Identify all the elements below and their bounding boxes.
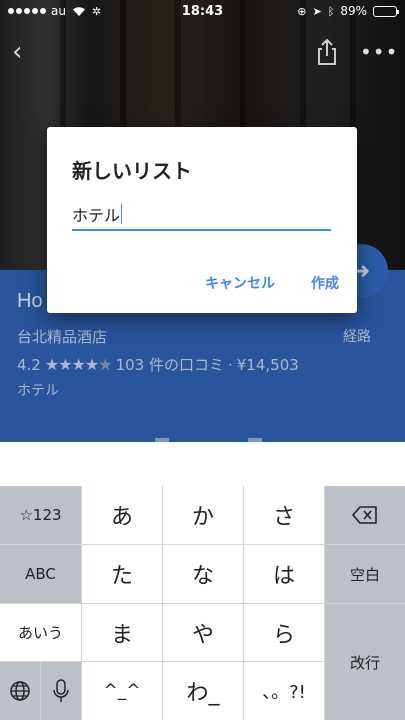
location-arrow-icon: ➤ bbox=[312, 4, 322, 18]
status-right: ⊕ ➤ ᛒ 89% bbox=[297, 4, 399, 18]
create-button[interactable]: 作成 bbox=[293, 267, 357, 299]
key-na[interactable]: な bbox=[163, 545, 243, 603]
rating-row[interactable]: 4.2 ★★★★★ 103 件の口コミ · ¥14,503 bbox=[17, 354, 299, 375]
wifi-icon bbox=[72, 6, 86, 17]
separator-dot: · bbox=[227, 355, 233, 374]
japanese-keyboard: ☆123 ABC あいう あ か さ た な は ま や ら ^_^ わ_ 、。… bbox=[0, 486, 405, 720]
return-key[interactable]: 改行 bbox=[325, 604, 405, 720]
hero-toolbar: ‹ ••• bbox=[0, 30, 405, 74]
globe-icon bbox=[10, 681, 30, 701]
battery-icon bbox=[373, 5, 399, 17]
place-subtitle: 台北精品酒店 bbox=[17, 328, 108, 346]
dialog-title: 新しいリスト bbox=[72, 159, 192, 183]
key-ya[interactable]: や bbox=[163, 604, 243, 661]
key-emoticon[interactable]: ^_^ bbox=[82, 662, 162, 720]
back-chevron-icon[interactable]: ‹ bbox=[12, 38, 36, 66]
key-abc[interactable]: ABC bbox=[0, 545, 81, 603]
page-background bbox=[0, 442, 405, 486]
signal-dots-icon bbox=[8, 8, 46, 14]
bluetooth-icon: ᛒ bbox=[327, 4, 335, 18]
key-a[interactable]: あ bbox=[82, 486, 162, 544]
microphone-icon bbox=[53, 679, 69, 702]
key-kana[interactable]: あいう bbox=[0, 604, 81, 661]
list-name-value: ホテル bbox=[72, 206, 121, 225]
rating-value: 4.2 bbox=[17, 355, 41, 374]
key-ha[interactable]: は bbox=[244, 545, 324, 603]
carrier-label: au bbox=[51, 4, 66, 18]
place-category: ホテル bbox=[17, 383, 59, 399]
place-name: Ho bbox=[17, 290, 43, 312]
stars-empty: ★ bbox=[98, 355, 112, 374]
key-numbers[interactable]: ☆123 bbox=[0, 486, 81, 544]
new-list-dialog: 新しいリスト ホテル キャンセル 作成 bbox=[47, 127, 357, 313]
key-ma[interactable]: ま bbox=[82, 604, 162, 661]
more-dots-icon[interactable]: ••• bbox=[360, 42, 397, 62]
list-name-input[interactable]: ホテル bbox=[72, 199, 331, 231]
status-bar: au ✲ 18:43 ⊕ ➤ ᛒ 89% bbox=[0, 0, 405, 22]
globe-key[interactable] bbox=[0, 662, 40, 720]
text-caret bbox=[121, 204, 123, 224]
price-label: ¥14,503 bbox=[236, 355, 299, 374]
key-ra[interactable]: ら bbox=[244, 604, 324, 661]
microphone-key[interactable] bbox=[41, 662, 81, 720]
rating-stars-icon: ★★★★★ bbox=[44, 355, 113, 374]
key-sa[interactable]: さ bbox=[244, 486, 324, 544]
key-wa[interactable]: わ_ bbox=[163, 662, 243, 720]
loading-icon: ✲ bbox=[91, 4, 102, 18]
share-icon[interactable] bbox=[314, 38, 340, 66]
cancel-button[interactable]: キャンセル bbox=[187, 267, 293, 299]
status-left: au ✲ bbox=[8, 4, 297, 18]
key-ka[interactable]: か bbox=[163, 486, 243, 544]
key-ta[interactable]: た bbox=[82, 545, 162, 603]
backspace-icon bbox=[352, 506, 377, 524]
key-punctuation[interactable]: 、。?! bbox=[244, 662, 324, 720]
orientation-lock-icon: ⊕ bbox=[297, 4, 307, 18]
backspace-key[interactable] bbox=[325, 486, 405, 544]
review-count: 103 件の口コミ bbox=[115, 356, 224, 374]
directions-label[interactable]: 経路 bbox=[343, 326, 371, 346]
stars-filled: ★★★★ bbox=[44, 355, 99, 374]
dialog-actions: キャンセル 作成 bbox=[187, 267, 357, 299]
battery-percent: 89% bbox=[340, 4, 367, 18]
space-key[interactable]: 空白 bbox=[325, 545, 405, 603]
